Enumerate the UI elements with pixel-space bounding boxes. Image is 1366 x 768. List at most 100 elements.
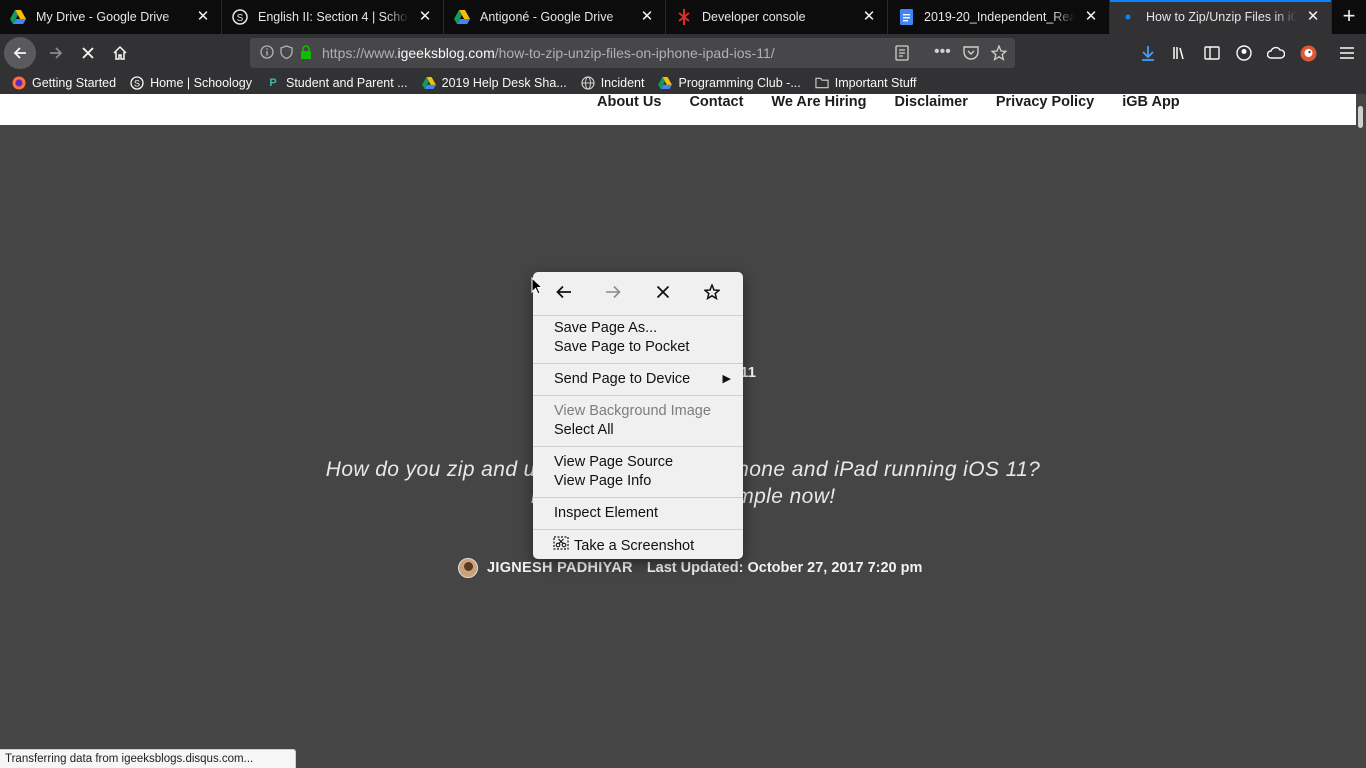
back-button[interactable]: [4, 37, 36, 69]
article-meta: JIGNESH PADHIYAR Last Updated: October 2…: [458, 558, 922, 578]
back-arrow-icon: [13, 47, 26, 59]
menu-item-label: Take a Screenshot: [574, 537, 695, 554]
url-prefix: https://www.: [322, 45, 398, 61]
menu-separator: [533, 395, 743, 396]
menu-separator: [533, 446, 743, 447]
stop-icon: [82, 47, 94, 59]
stop-button[interactable]: [72, 37, 104, 69]
tab-close-icon[interactable]: ✕: [1305, 9, 1321, 25]
bookmark-incident[interactable]: Incident: [581, 76, 645, 90]
page-actions-icon[interactable]: •••: [934, 43, 951, 61]
page-scrollbar[interactable]: [1356, 94, 1366, 768]
bookmark-star-icon[interactable]: [990, 44, 1008, 64]
google-docs-icon: [898, 9, 914, 25]
stop-icon[interactable]: [651, 280, 675, 304]
tab-title: English II: Section 4 | Schoology: [258, 10, 409, 24]
bookmark-getting-started[interactable]: Getting Started: [12, 76, 116, 90]
menu-item-view-page-source[interactable]: View Page Source: [533, 453, 743, 472]
submenu-arrow-icon: ▶: [722, 373, 731, 385]
forward-button[interactable]: [40, 37, 72, 69]
duckduckgo-extension-button[interactable]: [1292, 37, 1324, 69]
tab-independent-reading[interactable]: 2019-20_Independent_Reading ✕: [888, 0, 1110, 34]
svg-text:S: S: [237, 13, 244, 24]
menu-item-inspect-element[interactable]: Inspect Element: [533, 504, 743, 523]
bookmark-help-desk[interactable]: 2019 Help Desk Sha...: [421, 76, 567, 90]
menu-item-view-background-image: View Background Image: [554, 403, 711, 419]
tab-close-icon[interactable]: ✕: [639, 9, 655, 25]
account-button[interactable]: [1228, 37, 1260, 69]
library-button[interactable]: [1164, 37, 1196, 69]
library-icon: [1173, 47, 1184, 60]
nav-link-disclaimer[interactable]: Disclaimer: [895, 94, 968, 110]
google-drive-icon: [454, 9, 470, 25]
nav-link-we-are-hiring[interactable]: We Are Hiring: [771, 94, 866, 110]
context-menu: Save Page As... Save Page to Pocket Send…: [533, 272, 743, 559]
bookmark-p-icon: P: [269, 77, 277, 89]
menu-item-save-page-as[interactable]: Save Page As...: [533, 319, 743, 338]
bookmark-folder-important-stuff[interactable]: Important Stuff: [815, 76, 917, 90]
tab-antigone[interactable]: Antigoné - Google Drive ✕: [444, 0, 666, 34]
tab-schoology[interactable]: S English II: Section 4 | Schoology ✕: [222, 0, 444, 34]
menu-item-view-page-info[interactable]: View Page Info: [533, 472, 743, 491]
menu-item-take-screenshot[interactable]: Take a Screenshot: [533, 536, 743, 555]
tab-zip-unzip[interactable]: How to Zip/Unzip Files in iOS 11 ✕: [1110, 0, 1332, 34]
sidebar-button[interactable]: [1196, 37, 1228, 69]
author-name[interactable]: JIGNESH PADHIYAR: [487, 560, 633, 576]
home-button[interactable]: [104, 37, 136, 69]
nav-link-about-us[interactable]: About Us: [597, 94, 661, 110]
bookmark-label: Important Stuff: [834, 76, 917, 90]
status-bar: Transferring data from igeeksblogs.disqu…: [0, 749, 296, 768]
url-bar[interactable]: https://www.igeeksblog.com/how-to-zip-un…: [250, 38, 1015, 68]
loading-dot-icon: [1120, 9, 1136, 25]
scrollbar-thumb[interactable]: [1358, 106, 1363, 128]
info-icon[interactable]: [260, 44, 274, 62]
last-updated: Last Updated: October 27, 2017 7:20 pm: [646, 560, 923, 576]
tracking-shield-icon[interactable]: [280, 44, 293, 62]
menu-item-send-page-to-device[interactable]: Send Page to Device ▶: [533, 370, 743, 389]
schoology-icon: S: [232, 9, 248, 25]
pocket-icon[interactable]: [963, 45, 979, 63]
tab-my-drive[interactable]: My Drive - Google Drive ✕: [0, 0, 222, 34]
nav-link-igb-app[interactable]: iGB App: [1122, 94, 1179, 110]
back-arrow-icon[interactable]: [552, 280, 576, 304]
tab-close-icon[interactable]: ✕: [861, 9, 877, 25]
cloud-icon: [1267, 46, 1285, 59]
home-icon: [113, 45, 127, 60]
menu-button[interactable]: [1331, 37, 1363, 69]
menu-separator: [533, 363, 743, 364]
duckduckgo-icon: [1300, 45, 1316, 61]
nav-link-privacy-policy[interactable]: Privacy Policy: [996, 94, 1094, 110]
download-arrow-icon: [1142, 46, 1154, 61]
hamburger-menu-icon: [1340, 47, 1354, 59]
extension-cloud-button[interactable]: [1260, 37, 1292, 69]
menu-item-label: Send Page to Device: [554, 371, 691, 387]
tab-title: 2019-20_Independent_Reading: [924, 10, 1075, 24]
google-drive-icon: [10, 9, 26, 25]
bookmark-programming-club[interactable]: Programming Club -...: [658, 76, 801, 90]
url-path: /how-to-zip-unzip-files-on-iphone-ipad-i…: [494, 45, 775, 61]
lock-icon[interactable]: [300, 44, 312, 62]
bookmark-label: Programming Club -...: [678, 76, 801, 90]
bookmark-student-parent[interactable]: P Student and Parent ...: [266, 76, 407, 90]
folder-icon: [815, 76, 829, 90]
new-tab-icon[interactable]: +: [1332, 0, 1366, 34]
menu-item-save-to-pocket[interactable]: Save Page to Pocket: [533, 338, 743, 357]
menu-item-select-all[interactable]: Select All: [533, 421, 743, 440]
tab-close-icon[interactable]: ✕: [1083, 9, 1099, 25]
bookmark-star-icon[interactable]: [700, 280, 724, 304]
google-drive-icon: [421, 76, 436, 90]
bookmark-label: Incident: [600, 76, 645, 90]
tab-close-icon[interactable]: ✕: [195, 9, 211, 25]
forward-arrow-icon[interactable]: [601, 280, 625, 304]
bookmark-label: Getting Started: [32, 76, 117, 90]
navigation-toolbar: https://www.igeeksblog.com/how-to-zip-un…: [0, 34, 1366, 72]
tab-close-icon[interactable]: ✕: [417, 9, 433, 25]
bookmark-home-schoology[interactable]: S Home | Schoology: [130, 76, 252, 90]
tab-developer-console[interactable]: Developer console ✕: [666, 0, 888, 34]
nav-link-contact[interactable]: Contact: [689, 94, 743, 110]
menu-separator: [533, 529, 743, 530]
reader-view-icon[interactable]: [895, 45, 909, 64]
google-drive-icon: [658, 76, 673, 90]
tab-title: Developer console: [702, 10, 806, 24]
downloads-button[interactable]: [1132, 37, 1164, 69]
